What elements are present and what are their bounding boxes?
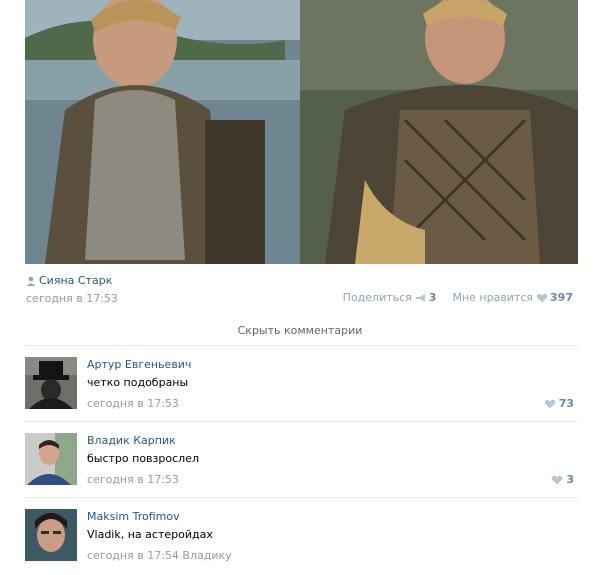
like-count: 397 (550, 291, 573, 304)
divider (25, 345, 578, 346)
comment-time[interactable]: сегодня в 17:53 (87, 397, 179, 410)
heart-icon (536, 293, 548, 302)
post-author-name[interactable]: Сияна Старк (39, 274, 112, 287)
avatar[interactable] (25, 509, 77, 561)
comment-like-button[interactable]: 3 (551, 473, 574, 486)
avatar-image (25, 357, 77, 409)
post-actions: Поделиться 3 Мне нравится 397 (343, 291, 573, 304)
avatar[interactable] (25, 433, 77, 485)
comment-time[interactable]: сегодня в 17:53 (87, 473, 179, 486)
post-photo-image (25, 0, 578, 264)
like-button[interactable]: Мне нравится 397 (452, 291, 573, 304)
post-time[interactable]: сегодня в 17:53 (26, 292, 118, 305)
comment-text: быстро повзрослел (87, 452, 199, 465)
comment-text: четко подобраны (87, 376, 189, 389)
megaphone-icon (415, 293, 425, 302)
comment-author[interactable]: Владик Карпик (87, 434, 176, 447)
comment-text: Vladik, на астеройдах (87, 528, 213, 541)
avatar-image (25, 433, 77, 485)
like-label: Мне нравится (452, 291, 534, 304)
comment-author[interactable]: Артур Евгеньевич (87, 358, 191, 371)
share-label: Поделиться (342, 291, 412, 304)
comment-author[interactable]: Maksim Trofimov (87, 510, 180, 523)
hide-comments-link[interactable]: Скрыть комментарии (0, 324, 600, 337)
comment-time[interactable]: сегодня в 17:54 Владику (87, 549, 232, 562)
divider (25, 421, 578, 422)
comment-like-button[interactable]: 73 (544, 397, 574, 410)
comment-like-count: 3 (566, 473, 574, 486)
divider (25, 497, 578, 498)
heart-icon (544, 399, 556, 408)
share-count: 3 (428, 291, 437, 304)
post-author[interactable]: Сияна Старк (26, 274, 112, 287)
post-photo[interactable] (25, 0, 578, 264)
heart-icon (552, 475, 563, 484)
comment-like-count: 73 (558, 397, 574, 410)
comment-item: Артур Евгеньевич четко подобраны сегодня… (25, 357, 578, 423)
avatar-image (25, 509, 77, 561)
person-icon (26, 276, 36, 286)
avatar[interactable] (25, 357, 77, 409)
comment-item: Владик Карпик быстро повзрослел сегодня … (25, 433, 578, 499)
share-button[interactable]: Поделиться 3 (343, 291, 437, 304)
comment-item: Maksim Trofimov Vladik, на астеройдах се… (25, 509, 578, 575)
